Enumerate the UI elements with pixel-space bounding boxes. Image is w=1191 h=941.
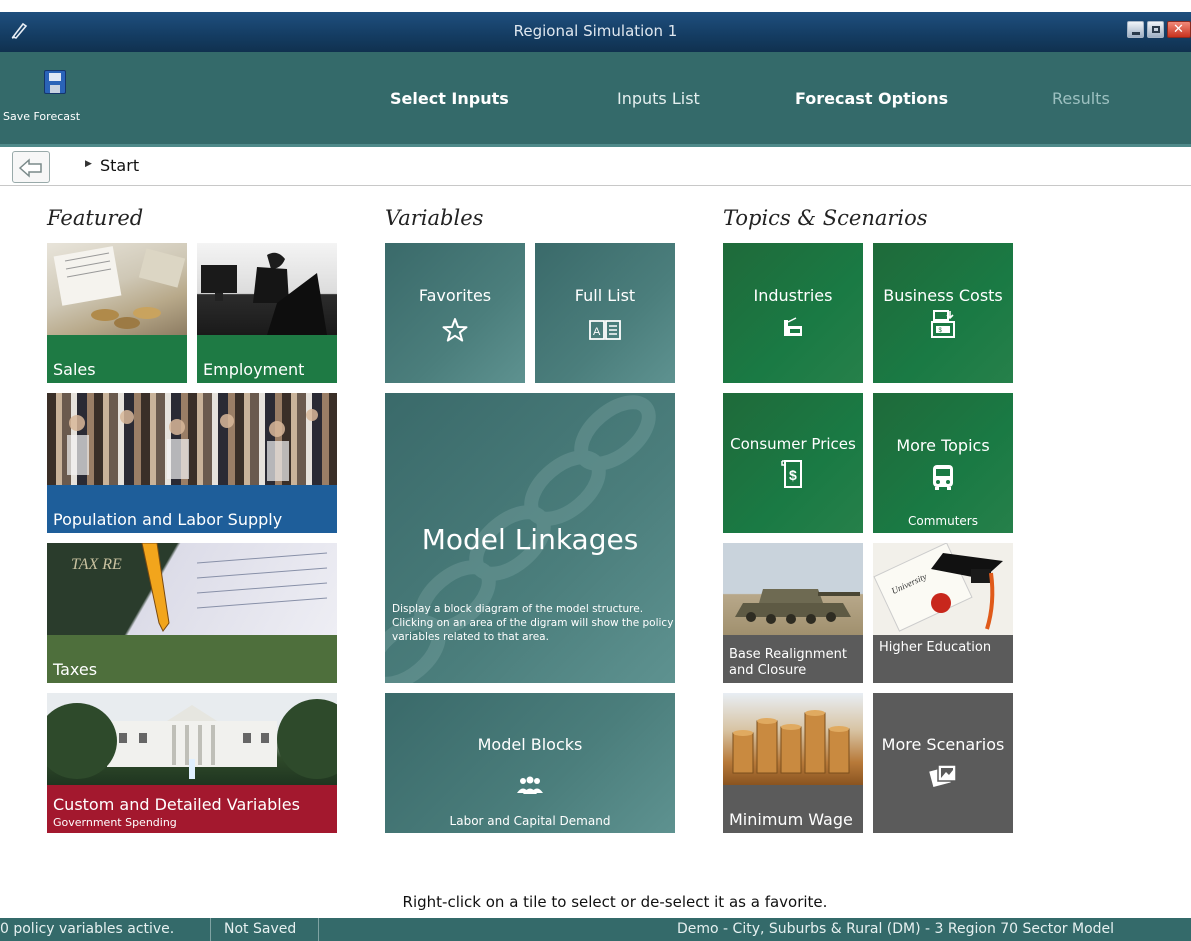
nav-forecast-options[interactable]: Forecast Options xyxy=(795,89,948,108)
bus-icon xyxy=(873,463,1013,498)
sales-photo xyxy=(47,243,187,335)
book-icon: A xyxy=(535,317,675,350)
tile-taxes[interactable]: TAX RE Taxes xyxy=(47,543,337,683)
back-arrow-icon xyxy=(18,158,42,178)
maximize-button[interactable] xyxy=(1147,21,1164,38)
nav-select-inputs[interactable]: Select Inputs xyxy=(390,89,509,108)
tile-population-labor-supply[interactable]: Population and Labor Supply xyxy=(47,393,337,533)
white-house-photo xyxy=(47,693,337,785)
app-window: Regional Simulation 1 ✕ Save Forecast Se… xyxy=(0,0,1191,941)
close-button[interactable]: ✕ xyxy=(1167,21,1191,38)
svg-text:TAX RE: TAX RE xyxy=(71,556,122,573)
status-model: Demo - City, Suburbs & Rural (DM) - 3 Re… xyxy=(677,921,1115,937)
photos-icon xyxy=(873,761,1013,796)
tile-consumer-prices[interactable]: Consumer Prices $ xyxy=(723,393,863,533)
status-separator xyxy=(210,918,211,941)
tile-sales-label: Sales xyxy=(53,360,96,379)
tile-more-topics-subtitle: Commuters xyxy=(908,514,978,528)
tile-base-realignment-closure[interactable]: Base Realignment and Closure xyxy=(723,543,863,683)
svg-text:$: $ xyxy=(789,467,797,483)
back-button[interactable] xyxy=(12,151,50,183)
status-bar: 0 policy variables active. Not Saved Dem… xyxy=(0,918,1191,941)
tile-more-topics[interactable]: More Topics Commuters xyxy=(873,393,1013,533)
tile-industries[interactable]: Industries xyxy=(723,243,863,383)
tile-higher-education[interactable]: University Higher Education xyxy=(873,543,1013,683)
nav-results[interactable]: Results xyxy=(1052,89,1110,108)
section-featured: Featured xyxy=(47,206,144,230)
tile-population-label: Population and Labor Supply xyxy=(53,510,283,529)
title-bar: Regional Simulation 1 ✕ xyxy=(0,12,1191,52)
section-variables: Variables xyxy=(385,206,484,230)
main-toolbar: Save Forecast Select Inputs Inputs List … xyxy=(0,52,1191,144)
tile-consumer-prices-label: Consumer Prices xyxy=(730,435,856,453)
tile-model-blocks-subtitle: Labor and Capital Demand xyxy=(449,814,611,828)
tile-favorites-label: Favorites xyxy=(418,286,492,305)
close-icon: ✕ xyxy=(1173,22,1184,37)
employment-photo xyxy=(197,243,337,335)
save-forecast-button[interactable]: Save Forecast xyxy=(3,70,104,130)
breadcrumb-arrow-icon: ▶ xyxy=(85,159,92,169)
section-topics-scenarios: Topics & Scenarios xyxy=(723,206,928,230)
tile-business-costs[interactable]: Business Costs $ xyxy=(873,243,1013,383)
tile-model-blocks-label: Model Blocks xyxy=(477,735,583,754)
tile-business-costs-label: Business Costs xyxy=(883,286,1003,305)
taxes-photo: TAX RE xyxy=(47,543,337,635)
tile-employment-label: Employment xyxy=(203,360,305,379)
tile-model-linkages[interactable]: Model Linkages Display a block diagram o… xyxy=(385,393,675,683)
tile-higher-education-label: Higher Education xyxy=(879,640,992,655)
cash-register-icon: $ xyxy=(873,309,1013,346)
maximize-icon xyxy=(1152,26,1160,33)
tile-model-blocks[interactable]: Model Blocks Labor and Capital Demand xyxy=(385,693,675,833)
factory-icon xyxy=(723,315,863,345)
coins-photo xyxy=(723,693,863,785)
tile-taxes-label: Taxes xyxy=(53,660,98,679)
favorite-hint: Right-click on a tile to select or de-se… xyxy=(402,893,828,911)
tile-more-scenarios-label: More Scenarios xyxy=(881,735,1005,754)
tile-more-scenarios[interactable]: More Scenarios xyxy=(873,693,1013,833)
minimize-icon xyxy=(1132,32,1140,35)
tile-full-list-label: Full List xyxy=(574,286,636,305)
status-active-variables: 0 policy variables active. xyxy=(0,921,175,937)
breadcrumb: ▶ Start xyxy=(0,144,1191,186)
status-separator xyxy=(318,918,319,941)
tile-custom-label: Custom and Detailed Variables Government… xyxy=(47,791,337,833)
minimize-button[interactable] xyxy=(1127,21,1144,38)
status-saved: Not Saved xyxy=(224,921,297,937)
tank-photo xyxy=(723,543,863,635)
tile-full-list[interactable]: Full List A xyxy=(535,243,675,383)
population-photo xyxy=(47,393,337,485)
window-title: Regional Simulation 1 xyxy=(513,22,678,40)
tile-sales[interactable]: Sales xyxy=(47,243,187,383)
breadcrumb-start[interactable]: Start xyxy=(100,156,139,175)
receipt-dollar-icon: $ xyxy=(723,459,863,496)
save-forecast-label: Save Forecast xyxy=(3,110,81,123)
tile-model-linkages-title: Model Linkages xyxy=(421,523,639,556)
tile-more-topics-label: More Topics xyxy=(896,436,990,455)
tile-favorites[interactable]: Favorites xyxy=(385,243,525,383)
tile-base-realignment-label: Base Realignment and Closure xyxy=(729,647,847,678)
tile-custom-title: Custom and Detailed Variables xyxy=(53,795,300,814)
diploma-photo: University xyxy=(873,543,1013,635)
svg-text:A: A xyxy=(593,326,601,338)
tile-minimum-wage[interactable]: Minimum Wage xyxy=(723,693,863,833)
tile-custom-detailed-variables[interactable]: Custom and Detailed Variables Government… xyxy=(47,693,337,833)
nav-inputs-list[interactable]: Inputs List xyxy=(617,89,700,108)
tile-custom-subtitle: Government Spending xyxy=(53,816,177,829)
tile-industries-label: Industries xyxy=(753,286,833,305)
tile-employment[interactable]: Employment xyxy=(197,243,337,383)
floppy-disk-icon xyxy=(44,70,66,94)
tile-model-linkages-description: Display a block diagram of the model str… xyxy=(392,603,674,643)
star-icon xyxy=(385,317,525,350)
tile-minimum-wage-label: Minimum Wage xyxy=(729,810,853,829)
people-group-icon xyxy=(385,773,675,803)
